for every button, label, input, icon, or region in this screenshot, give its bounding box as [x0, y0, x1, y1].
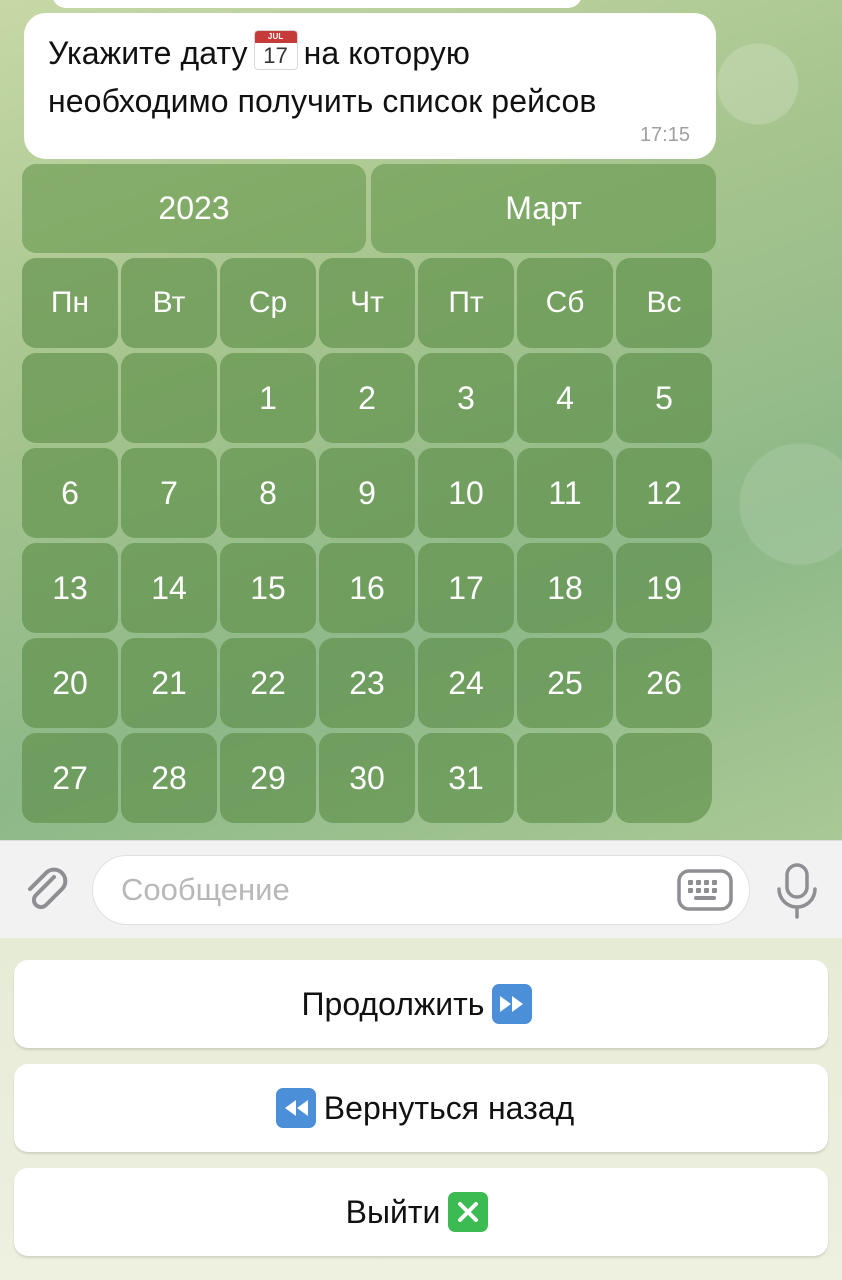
weekday-4[interactable]: Чт	[319, 258, 415, 348]
previous-message-edge	[52, 0, 582, 8]
message-placeholder: Сообщение	[121, 872, 290, 907]
exit-label: Выйти	[345, 1193, 441, 1230]
day-button-28[interactable]: 28	[121, 733, 217, 823]
cross-mark-icon	[448, 1192, 489, 1232]
weekday-6[interactable]: Сб	[517, 258, 613, 348]
continue-label: Продолжить	[301, 985, 485, 1022]
message-input[interactable]: Сообщение	[92, 855, 750, 925]
message-text: Укажите дату JUL 17 на которую необходимо п…	[48, 29, 692, 125]
day-button-21[interactable]: 21	[121, 638, 217, 728]
day-button-7[interactable]: 7	[121, 448, 217, 538]
day-button-4[interactable]: 4	[517, 353, 613, 443]
year-button[interactable]: 2023	[22, 164, 366, 253]
day-button-22[interactable]: 22	[220, 638, 316, 728]
day-button-20[interactable]: 20	[22, 638, 118, 728]
weekday-3[interactable]: Ср	[220, 258, 316, 348]
day-button-8[interactable]: 8	[220, 448, 316, 538]
paperclip-icon[interactable]	[20, 863, 72, 915]
month-button[interactable]: Март	[371, 164, 716, 253]
day-button-6[interactable]: 6	[22, 448, 118, 538]
day-button-31[interactable]: 31	[418, 733, 514, 823]
day-button-29[interactable]: 29	[220, 733, 316, 823]
back-label: Вернуться назад	[323, 1089, 575, 1126]
microphone-icon[interactable]	[772, 861, 822, 921]
calendar-icon-month: JUL	[254, 31, 297, 43]
calendar-icon: JUL 17	[253, 30, 298, 70]
day-button-9[interactable]: 9	[319, 448, 415, 538]
day-button-16[interactable]: 16	[319, 543, 415, 633]
weekday-2[interactable]: Вт	[121, 258, 217, 348]
fast-forward-icon	[492, 984, 533, 1024]
day-button-23[interactable]: 23	[319, 638, 415, 728]
day-button-27[interactable]: 27	[22, 733, 118, 823]
day-button-11[interactable]: 11	[517, 448, 613, 538]
empty-day-cell[interactable]	[517, 733, 613, 823]
weekday-7[interactable]: Вс	[616, 258, 712, 348]
day-button-24[interactable]: 24	[418, 638, 514, 728]
day-button-3[interactable]: 3	[418, 353, 514, 443]
reply-keyboard: Продолжить Вернуться назад Выйти	[0, 938, 842, 1280]
back-button[interactable]: Вернуться назад	[14, 1064, 828, 1152]
continue-button[interactable]: Продолжить	[14, 960, 828, 1048]
message-line1-start: Укажите дату	[48, 35, 248, 71]
day-button-14[interactable]: 14	[121, 543, 217, 633]
weekday-1[interactable]: Пн	[22, 258, 118, 348]
day-button-26[interactable]: 26	[616, 638, 712, 728]
day-button-17[interactable]: 17	[418, 543, 514, 633]
empty-day-cell[interactable]	[121, 353, 217, 443]
calendar-icon-day: 17	[263, 43, 288, 68]
bot-message-bubble: Укажите дату JUL 17 на которую необходимо п…	[24, 13, 716, 159]
day-button-5[interactable]: 5	[616, 353, 712, 443]
message-composer: Сообщение	[0, 840, 842, 939]
day-button-13[interactable]: 13	[22, 543, 118, 633]
keyboard-icon[interactable]	[677, 868, 733, 912]
day-button-18[interactable]: 18	[517, 543, 613, 633]
day-button-30[interactable]: 30	[319, 733, 415, 823]
day-button-25[interactable]: 25	[517, 638, 613, 728]
exit-button[interactable]: Выйти	[14, 1168, 828, 1256]
day-button-10[interactable]: 10	[418, 448, 514, 538]
message-line2: необходимо получить список рейсов	[48, 83, 597, 119]
day-button-19[interactable]: 19	[616, 543, 712, 633]
message-time: 17:15	[639, 124, 690, 146]
rewind-icon	[275, 1088, 316, 1128]
day-button-2[interactable]: 2	[319, 353, 415, 443]
day-button-1[interactable]: 1	[220, 353, 316, 443]
empty-day-cell[interactable]	[22, 353, 118, 443]
message-line1-end: на которую	[303, 35, 470, 71]
day-button-15[interactable]: 15	[220, 543, 316, 633]
weekday-5[interactable]: Пт	[418, 258, 514, 348]
day-button-12[interactable]: 12	[616, 448, 712, 538]
empty-day-cell[interactable]	[616, 733, 712, 823]
